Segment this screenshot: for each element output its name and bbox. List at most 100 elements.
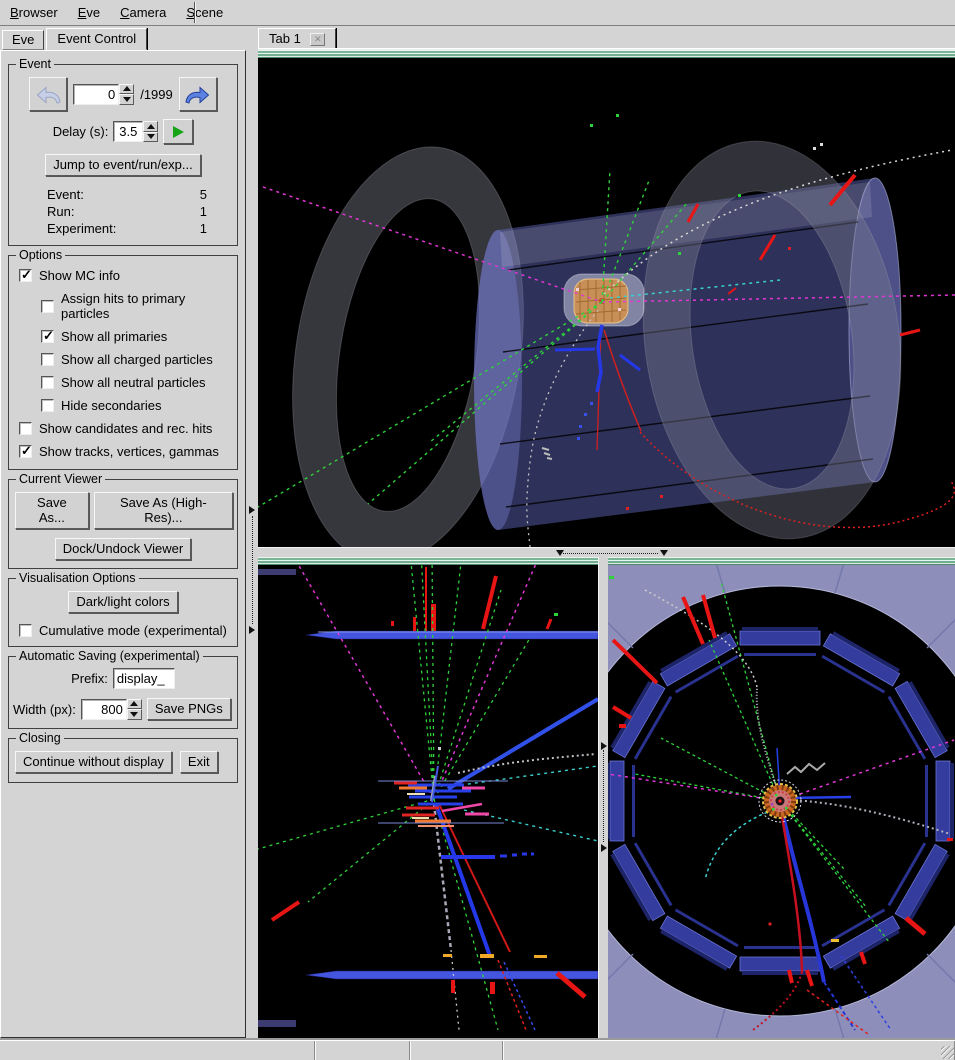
run-info-label: Run:	[47, 204, 171, 219]
delay-spin-down-button[interactable]	[143, 132, 158, 143]
tab-viewer-tab1[interactable]: Tab 1 ✕	[258, 28, 336, 50]
menu-eve[interactable]: Eve	[78, 5, 100, 20]
left-tab-bar: Eve Event Control	[2, 29, 149, 50]
central-detector-xy	[759, 780, 801, 822]
options-group-title: Options	[16, 248, 65, 262]
calorimeter-deposits	[391, 567, 436, 631]
menu-camera[interactable]: Camera	[120, 5, 166, 20]
checkbox-show-all-primaries[interactable]	[41, 330, 54, 343]
event-spin-down-button[interactable]	[119, 94, 134, 105]
checkbox-cumulative-mode[interactable]	[19, 624, 32, 637]
bottom-splitter[interactable]	[598, 557, 608, 1038]
event-number-input[interactable]	[73, 84, 119, 105]
spin-up-icon	[130, 701, 138, 706]
current-viewer-group: Current Viewer Save As... Save As (High-…	[8, 472, 238, 569]
tab-eve[interactable]: Eve	[2, 30, 44, 50]
splitter-arrow-icon[interactable]	[660, 550, 668, 556]
automatic-saving-group: Automatic Saving (experimental) Prefix: …	[8, 649, 238, 729]
forward-arrow-icon	[184, 84, 211, 105]
3d-event-scene[interactable]	[258, 58, 955, 547]
splitter-handle[interactable]	[563, 553, 658, 554]
event-total-label: /1999	[140, 87, 173, 102]
close-icon[interactable]: ✕	[310, 33, 325, 46]
splitter-arrow-icon[interactable]	[249, 626, 255, 634]
menu-browser[interactable]: Browser	[10, 5, 58, 20]
checkbox-show-tracks[interactable]	[19, 445, 32, 458]
viewport-3d	[258, 50, 955, 547]
splitter-handle[interactable]	[252, 516, 253, 624]
viewport-xy-titlebar[interactable]	[608, 557, 955, 565]
delay-spin-up-button[interactable]	[143, 121, 158, 132]
viewport-3d-titlebar[interactable]	[258, 50, 955, 58]
spin-down-icon	[130, 712, 138, 717]
option-label: Show tracks, vertices, gammas	[39, 444, 219, 459]
event-spin-up-button[interactable]	[119, 84, 134, 95]
tab1-label: Tab 1	[269, 31, 301, 46]
checkbox-show-all-charged[interactable]	[41, 353, 54, 366]
splitter-arrow-icon[interactable]	[601, 844, 607, 852]
tab-eve-label: Eve	[12, 32, 34, 47]
closing-group: Closing Continue without display Exit	[8, 731, 238, 783]
cumulative-mode-label: Cumulative mode (experimental)	[39, 623, 227, 638]
event-info-value: 5	[171, 187, 207, 202]
spin-down-icon	[123, 97, 131, 102]
option-label: Hide secondaries	[61, 398, 161, 413]
xy-event-scene[interactable]	[608, 565, 955, 1038]
menu-scene[interactable]: Scene	[186, 5, 223, 20]
event-group: Event /1999 Delay (s):	[8, 57, 238, 246]
prefix-label: Prefix:	[71, 671, 108, 686]
exit-button[interactable]: Exit	[180, 751, 218, 773]
viewport-rz	[258, 557, 598, 1038]
viewport-rz-titlebar[interactable]	[258, 557, 598, 565]
continue-without-display-button[interactable]: Continue without display	[15, 751, 172, 773]
checkbox-show-candidates[interactable]	[19, 422, 32, 435]
delay-spinbox	[113, 121, 158, 142]
width-spinbox	[81, 699, 142, 720]
delay-input[interactable]	[113, 121, 143, 142]
checkbox-hide-secondaries[interactable]	[41, 399, 54, 412]
viewer-tab-bar: Tab 1 ✕	[258, 29, 955, 50]
delay-label: Delay (s):	[53, 124, 109, 139]
save-as-high-res-button[interactable]: Save As (High-Res)...	[94, 492, 233, 529]
spin-up-icon	[123, 86, 131, 91]
tab-event-control[interactable]: Event Control	[46, 28, 147, 50]
status-segment	[410, 1041, 503, 1060]
automatic-saving-title: Automatic Saving (experimental)	[16, 649, 203, 663]
dock-undock-button[interactable]: Dock/Undock Viewer	[55, 538, 191, 560]
dark-light-colors-button[interactable]: Dark/light colors	[68, 591, 177, 613]
closing-title: Closing	[16, 731, 64, 745]
splitter-arrow-icon[interactable]	[601, 742, 607, 750]
jump-to-event-button[interactable]: Jump to event/run/exp...	[45, 154, 200, 176]
calorimeter-deposits-diagonal	[483, 576, 551, 629]
save-pngs-button[interactable]: Save PNGs	[147, 698, 231, 720]
previous-event-button[interactable]	[29, 77, 67, 111]
visualisation-options-title: Visualisation Options	[16, 571, 139, 585]
checkbox-assign-hits[interactable]	[41, 300, 54, 313]
width-input[interactable]	[81, 699, 127, 720]
experiment-info-value: 1	[171, 221, 207, 236]
rz-event-scene[interactable]	[258, 565, 598, 1038]
run-info-value: 1	[171, 204, 207, 219]
panel-splitter[interactable]	[247, 28, 258, 1038]
play-button[interactable]	[163, 119, 193, 144]
option-label: Show candidates and rec. hits	[39, 421, 212, 436]
viewport-xy	[608, 557, 955, 1038]
resize-grip[interactable]	[941, 1046, 954, 1059]
save-as-button[interactable]: Save As...	[15, 492, 89, 529]
horizontal-splitter[interactable]	[258, 547, 955, 557]
klm-hit-bars	[441, 854, 547, 958]
tab-event-control-label: Event Control	[57, 31, 136, 46]
prefix-input[interactable]	[113, 668, 175, 689]
back-arrow-icon	[35, 84, 62, 105]
checkbox-show-mc-info[interactable]	[19, 269, 32, 282]
splitter-arrow-icon[interactable]	[249, 506, 255, 514]
option-label: Show MC info	[39, 268, 120, 283]
splitter-handle[interactable]	[603, 750, 604, 842]
outer-deposits	[272, 902, 585, 997]
width-label: Width (px):	[13, 702, 76, 717]
checkbox-show-all-neutral[interactable]	[41, 376, 54, 389]
width-spin-up-button[interactable]	[127, 699, 142, 710]
current-viewer-title: Current Viewer	[16, 472, 105, 486]
next-event-button[interactable]	[179, 77, 217, 111]
width-spin-down-button[interactable]	[127, 709, 142, 720]
